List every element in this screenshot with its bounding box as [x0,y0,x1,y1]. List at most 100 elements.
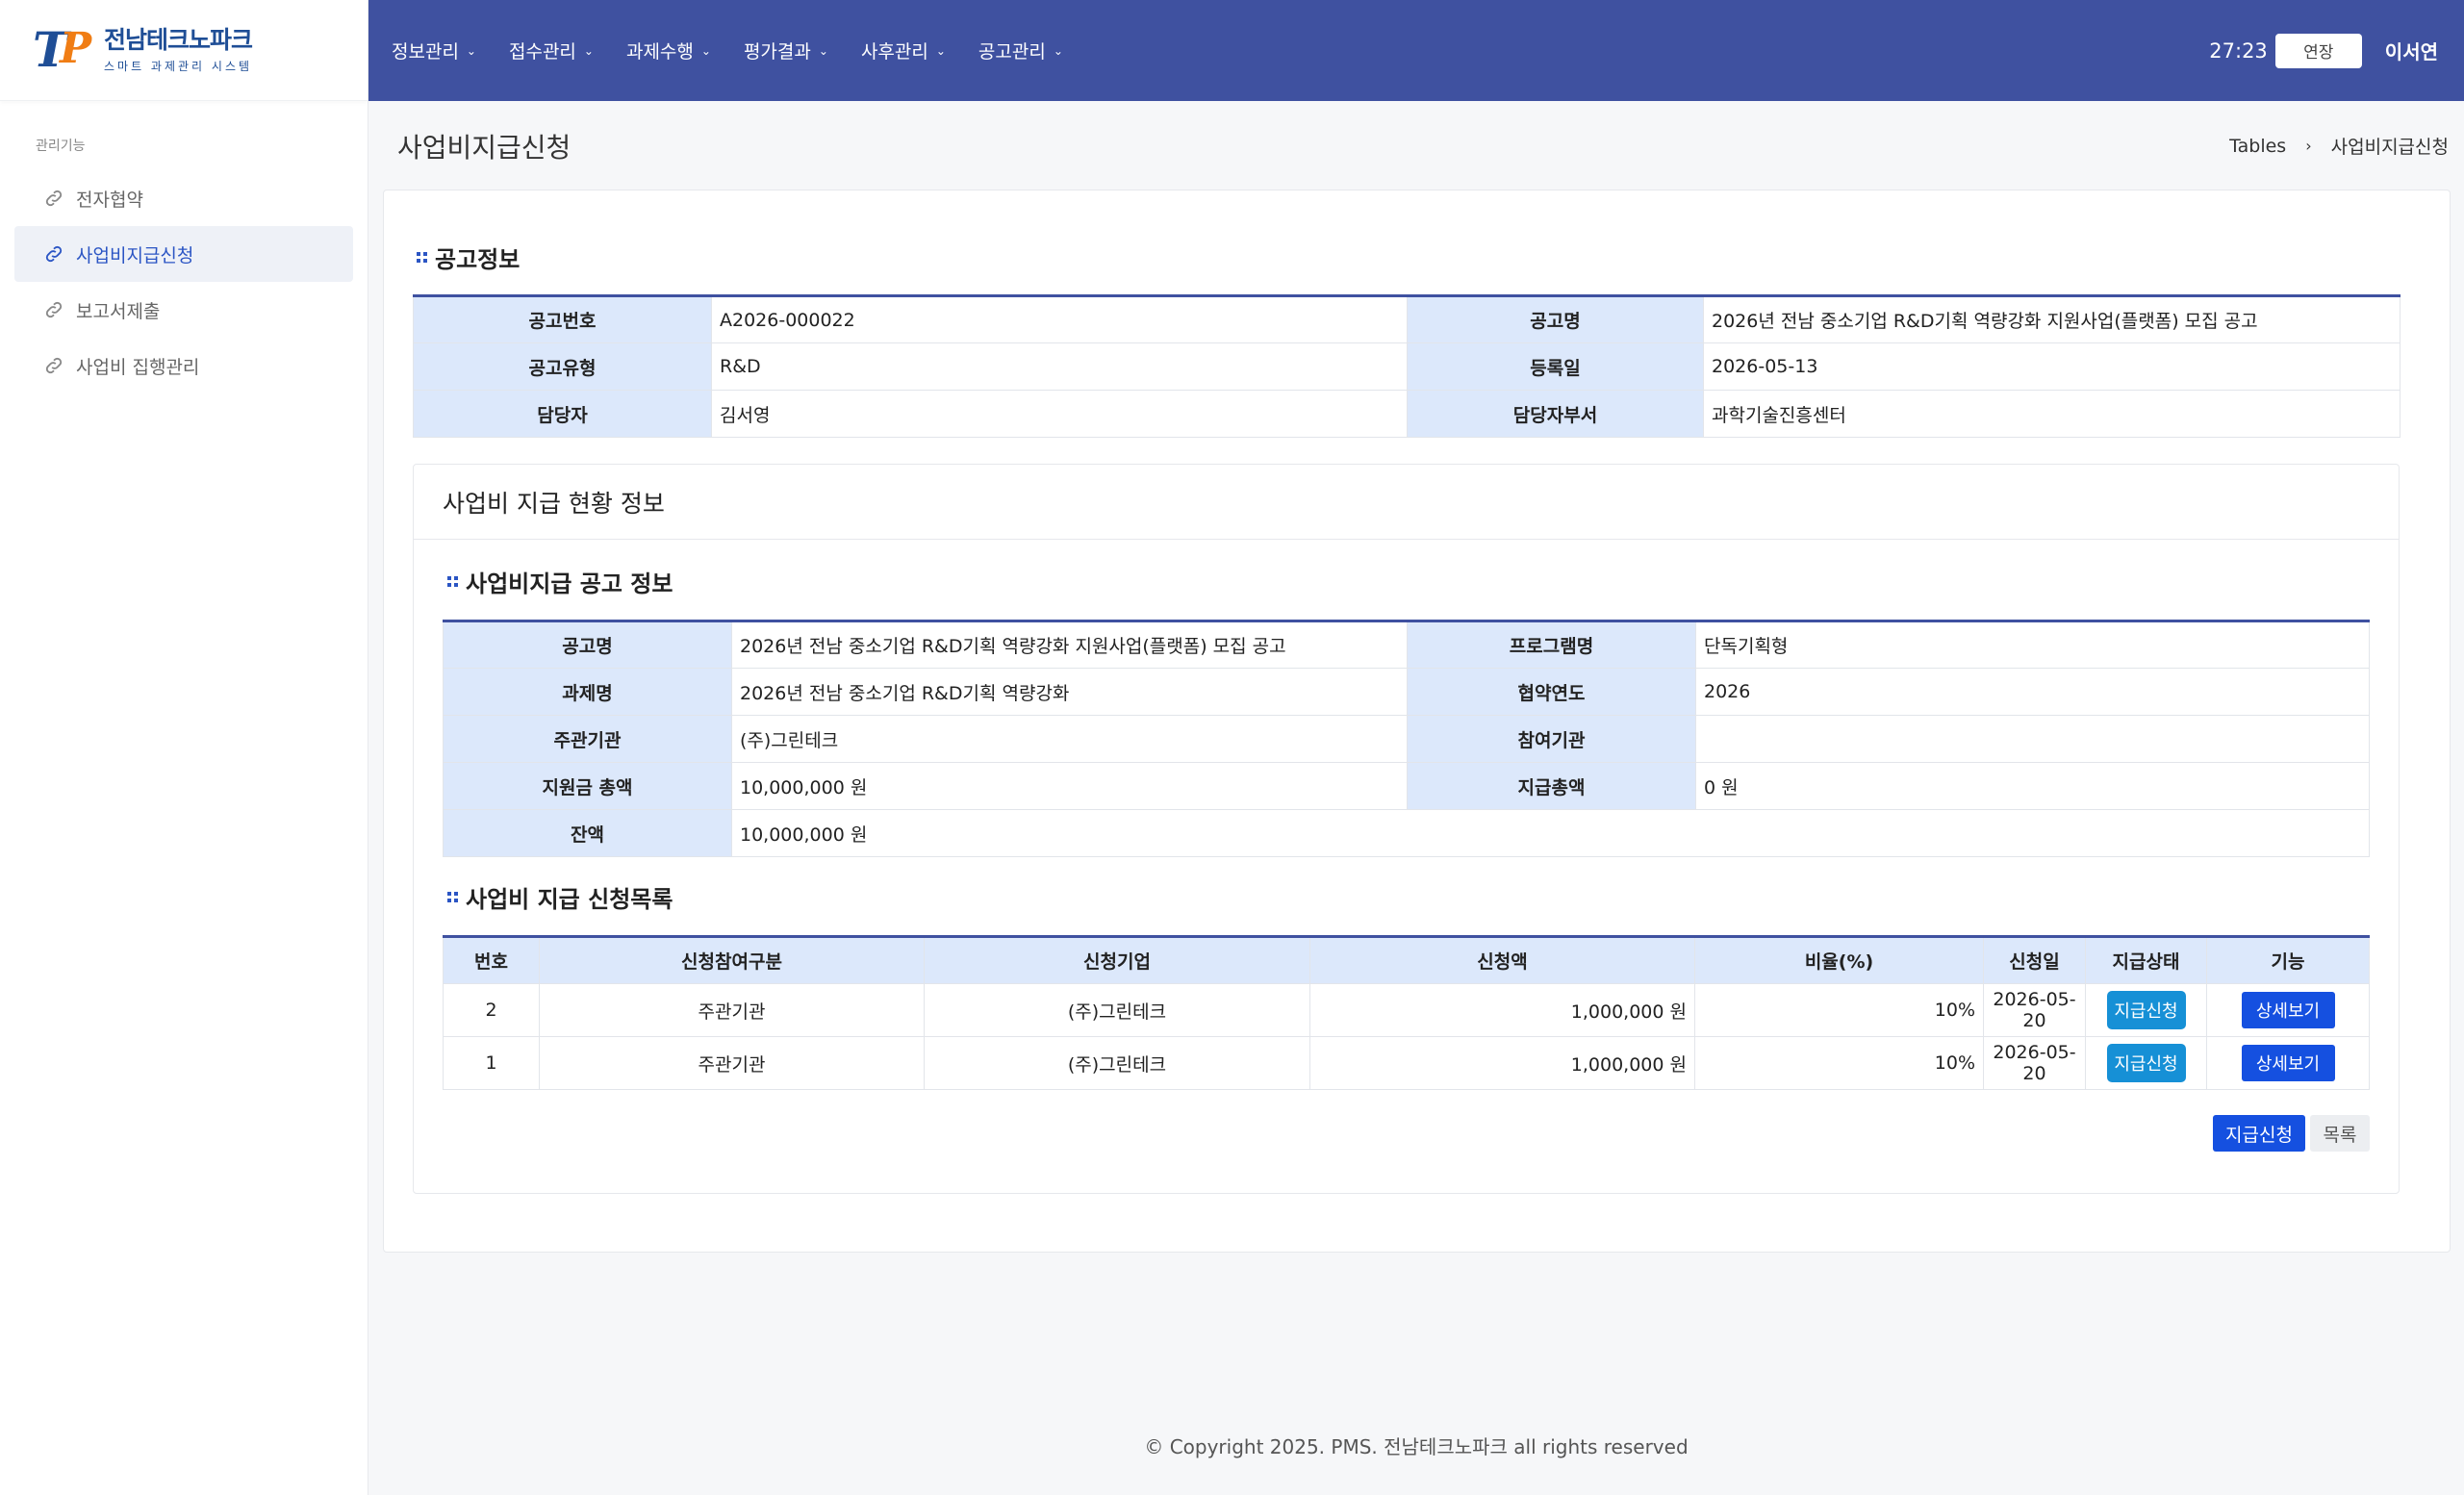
main-menu: 정보관리 ⌄ 접수관리 ⌄ 과제수행 ⌄ 평가결과 ⌄ 사후관리 ⌄ 공고관리 ⌄ [368,38,1096,63]
detail-view-button[interactable]: 상세보기 [2241,992,2335,1028]
table-row: 2 주관기관 (주)그린테크 1,000,000 원 10% 2026-05-2… [443,983,2370,1037]
cell-action: 상세보기 [2206,983,2370,1037]
table-row: 공고번호 A2026-000022 공고명 2026년 전남 중소기업 R&D기… [413,295,2400,343]
cell-participation-type: 주관기관 [539,1036,925,1090]
notice-info-table: 공고번호 A2026-000022 공고명 2026년 전남 중소기업 R&D기… [413,294,2400,438]
page-title: 사업비지급신청 [397,132,572,164]
menu-notice-management[interactable]: 공고관리 ⌄ [978,38,1063,63]
sidebar-item-report-submit[interactable]: 보고서제출 [14,282,353,338]
column-header: 신청기업 [924,936,1310,984]
user-name[interactable]: 이서연 [2385,37,2438,64]
sidebar-item-e-contract[interactable]: 전자협약 [14,170,353,226]
cell-company: (주)그린테크 [924,983,1310,1037]
table-row: 과제명 2026년 전남 중소기업 R&D기획 역량강화 협약연도 2026 [443,668,2370,716]
payment-status-card-title: 사업비 지급 현황 정보 [414,465,2399,540]
value-notice-name: 2026년 전남 중소기업 R&D기획 역량강화 지원사업(플랫폼) 모집 공고 [731,621,1408,669]
section-bullet-icon [447,576,458,587]
label-notice-number: 공고번호 [413,295,712,343]
cell-status: 지급신청 [2085,1036,2207,1090]
cell-ratio: 10% [1694,983,1984,1037]
value-lead-org: (주)그린테크 [731,715,1408,763]
detail-view-button[interactable]: 상세보기 [2241,1045,2335,1081]
value-agreement-year: 2026 [1695,668,2370,716]
link-icon [45,190,63,207]
footer-copyright: © Copyright 2025. PMS. 전남테크노파크 all right… [1144,1435,1689,1458]
cell-date: 2026-05-20 [1983,983,2086,1037]
menu-label: 과제수행 [625,41,694,63]
logo-mark-p: P [60,24,92,73]
sidebar-item-label: 사업비지급신청 [76,244,194,266]
menu-follow-up-management[interactable]: 사후관리 ⌄ [861,38,946,63]
section-bullet-icon [417,252,427,263]
breadcrumb: Tables › 사업비지급신청 [2229,133,2449,159]
chevron-down-icon: ⌄ [818,43,828,58]
menu-evaluation-results[interactable]: 평가결과 ⌄ [744,38,828,63]
sidebar-item-budget-execution[interactable]: 사업비 집행관리 [14,338,353,393]
section-bullet-icon [447,892,458,902]
section-title-text: 사업비지급 공고 정보 [466,570,673,597]
value-manager-dept: 과학기술진흥센터 [1703,390,2400,438]
table-row: 잔액 10,000,000 원 [443,809,2370,857]
label-manager: 담당자 [413,390,712,438]
chevron-down-icon: ⌄ [935,43,946,58]
menu-info-management[interactable]: 정보관리 ⌄ [392,38,476,63]
status-badge[interactable]: 지급신청 [2106,991,2186,1029]
value-notice-type: R&D [711,342,1408,391]
label-notice-name: 공고명 [1407,295,1704,343]
logo-name: 전남테크노파크 [104,25,253,54]
column-header: 번호 [443,936,540,984]
label-notice-name: 공고명 [443,621,732,669]
sidebar-item-payment-request[interactable]: 사업비지급신청 [14,226,353,282]
table-row: 공고명 2026년 전남 중소기업 R&D기획 역량강화 지원사업(플랫폼) 모… [443,621,2370,669]
chevron-right-icon: › [2305,137,2312,155]
table-header-row: 번호 신청참여구분 신청기업 신청액 비율(%) 신청일 지급상태 기능 [443,936,2370,984]
value-notice-number: A2026-000022 [711,295,1408,343]
label-agreement-year: 협약연도 [1407,668,1696,716]
session-timer: 27:23 [2209,38,2268,63]
chevron-down-icon: ⌄ [1053,43,1063,58]
link-icon [45,301,63,318]
label-notice-type: 공고유형 [413,342,712,391]
menu-label: 사후관리 [860,41,928,63]
value-participating-org [1695,715,2370,763]
table-row: 1 주관기관 (주)그린테크 1,000,000 원 10% 2026-05-2… [443,1036,2370,1090]
menu-label: 정보관리 [392,41,459,63]
cell-participation-type: 주관기관 [539,983,925,1037]
logo[interactable]: T P 전남테크노파크 스마트 과제관리 시스템 [0,0,368,101]
sidebar-section-label: 관리기능 [36,139,86,154]
link-icon [45,357,63,374]
chevron-down-icon: ⌄ [583,43,594,58]
menu-reception-management[interactable]: 접수관리 ⌄ [509,38,594,63]
label-lead-org: 주관기관 [443,715,732,763]
label-program-name: 프로그램명 [1407,621,1696,669]
section-title-text: 공고정보 [435,246,521,273]
cell-amount: 1,000,000 원 [1309,983,1695,1037]
chevron-down-icon: ⌄ [466,43,476,58]
cell-number: 2 [443,983,540,1037]
cell-number: 1 [443,1036,540,1090]
value-notice-name: 2026년 전남 중소기업 R&D기획 역량강화 지원사업(플랫폼) 모집 공고 [1703,295,2400,343]
breadcrumb-item-current: 사업비지급신청 [2330,137,2449,158]
payment-notice-info-table: 공고명 2026년 전남 중소기업 R&D기획 역량강화 지원사업(플랫폼) 모… [443,620,2370,857]
sidebar-item-label: 사업비 집행관리 [76,356,200,378]
table-row: 지원금 총액 10,000,000 원 지급총액 0 원 [443,762,2370,810]
breadcrumb-item-tables[interactable]: Tables [2229,136,2286,157]
column-header: 신청일 [1983,936,2086,984]
value-task-name: 2026년 전남 중소기업 R&D기획 역량강화 [731,668,1408,716]
section-title-text: 사업비 지급 신청목록 [466,886,673,913]
value-register-date: 2026-05-13 [1703,342,2400,391]
value-total-grant: 10,000,000 원 [731,762,1408,810]
column-header: 비율(%) [1694,936,1984,984]
label-register-date: 등록일 [1407,342,1704,391]
logo-mark-icon: T P [33,26,100,74]
session-extend-button[interactable]: 연장 [2274,33,2362,68]
list-button[interactable]: 목록 [2310,1115,2370,1152]
column-header: 신청참여구분 [539,936,925,984]
status-badge[interactable]: 지급신청 [2106,1044,2186,1082]
label-participating-org: 참여기관 [1407,715,1696,763]
payment-apply-button[interactable]: 지급신청 [2213,1115,2305,1152]
top-navbar: 정보관리 ⌄ 접수관리 ⌄ 과제수행 ⌄ 평가결과 ⌄ 사후관리 ⌄ 공고관리 ⌄ 27:2… [368,0,2464,101]
table-row: 주관기관 (주)그린테크 참여기관 [443,715,2370,763]
sidebar-item-label: 보고서제출 [76,300,161,322]
menu-task-execution[interactable]: 과제수행 ⌄ [626,38,711,63]
